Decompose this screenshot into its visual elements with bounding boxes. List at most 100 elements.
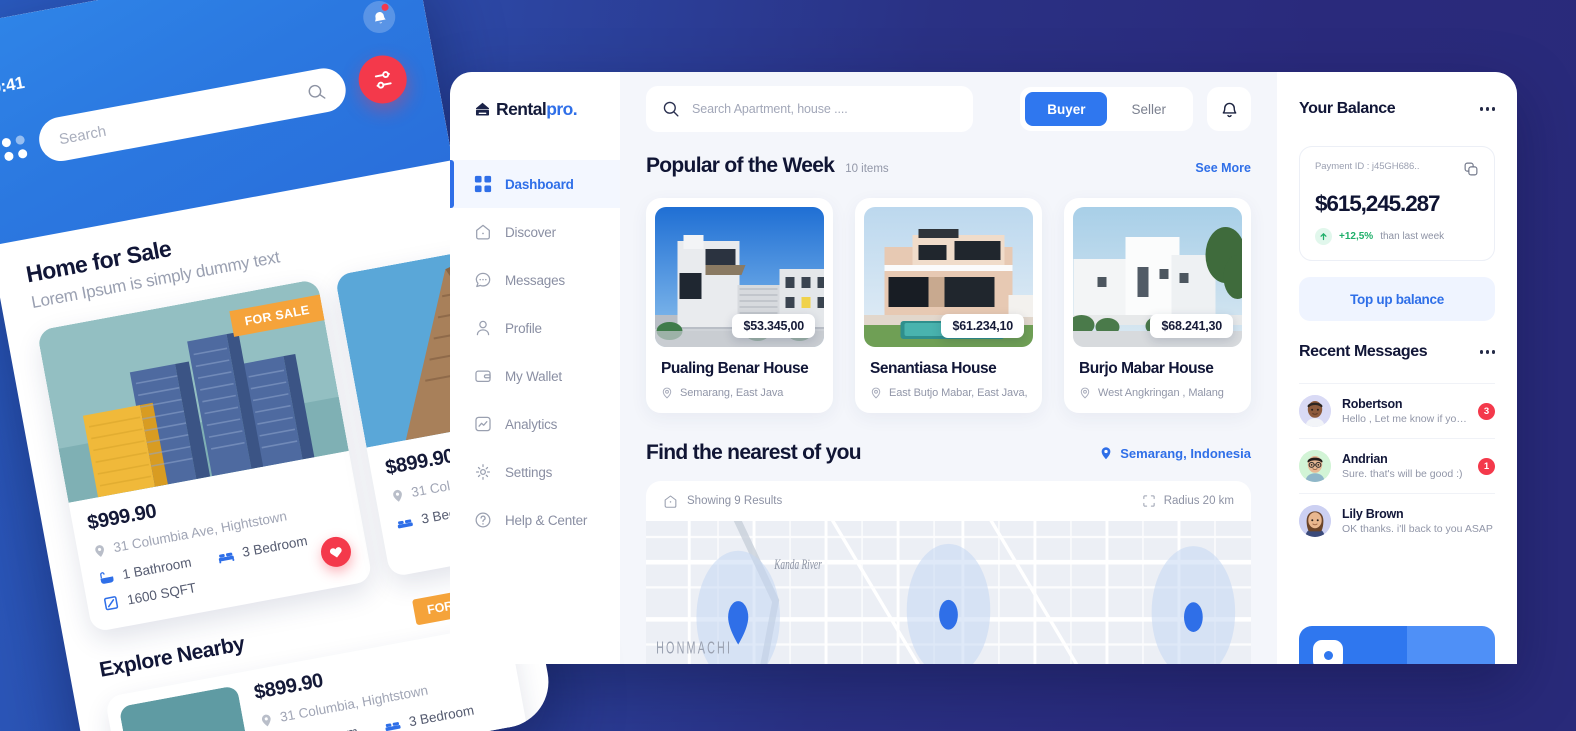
message-sender: Andrian (1342, 452, 1388, 466)
chat-icon (475, 272, 491, 288)
popular-section-header: Popular of the Week 10 items See More (646, 154, 1277, 178)
location-selector[interactable]: Semarang, Indonesia (1099, 446, 1251, 461)
messages-more-button[interactable] (1479, 350, 1495, 354)
sidebar-item-label: Profile (505, 320, 542, 336)
sidebar-item-profile[interactable]: Profile (450, 304, 620, 352)
property-card[interactable]: $61.234,10 Senantiasa House East Butjo M… (855, 198, 1042, 413)
filter-button[interactable] (354, 51, 411, 108)
payment-id: Payment ID : j45GH686.. (1315, 161, 1420, 172)
property-card[interactable]: $53.345,00 Pualing Benar House Semarang,… (646, 198, 833, 413)
property-price: $53.345,00 (732, 314, 815, 338)
sidebar-item-dashboard[interactable]: Dashboard (450, 160, 620, 208)
property-price: $61.234,10 (941, 314, 1024, 338)
copy-button[interactable] (1463, 161, 1479, 182)
area-icon (103, 596, 119, 611)
avatar (1299, 395, 1331, 427)
map-label-river: Kanda River (773, 556, 821, 573)
property-location: West Angkringan , Malang (1098, 387, 1224, 399)
sidebar-item-discover[interactable]: Discover (450, 208, 620, 256)
bed-icon (218, 552, 235, 564)
avatar-robertson (1299, 395, 1331, 427)
radius-icon (1143, 495, 1155, 507)
bell-icon (1222, 102, 1236, 117)
sidebar-item-settings[interactable]: Settings (450, 448, 620, 496)
abstract-illustration (118, 685, 259, 731)
brand-name: Rental (496, 98, 547, 119)
tab-seller[interactable]: Seller (1109, 92, 1188, 126)
property-thumbnail: $61.234,10 (864, 207, 1033, 347)
heart-icon (329, 547, 342, 558)
topbar: Search Apartment, house .... Buyer Selle… (646, 72, 1277, 146)
balance-delta-note: than last week (1380, 231, 1445, 242)
grid-icon (474, 175, 492, 193)
sidebar-item-label: Help & Center (505, 512, 588, 528)
phone-card-list: FOR SALE $999.90 31 Columbia Ave, Hights… (36, 223, 557, 633)
sidebar-item-messages[interactable]: Messages (450, 256, 620, 304)
message-preview: Hello , Let me know if you still ... (1342, 413, 1467, 425)
sidebar-item-label: Settings (505, 464, 553, 480)
avatar-lily-brown (1299, 505, 1331, 537)
property-name: Burjo Mabar House (1079, 360, 1214, 377)
sidebar-item-analytics[interactable]: Analytics (450, 400, 620, 448)
pin-filled-icon (1101, 447, 1111, 460)
map-graphic: Kanda River HONMACHI (646, 521, 1251, 664)
role-segment: Buyer Seller (1020, 87, 1193, 131)
spec-bedroom: 3 Bedroom (382, 701, 476, 731)
see-more-link[interactable]: See More (1195, 161, 1251, 175)
dashboard-window: Rentalpro. Dashboard Discover Messages P… (450, 72, 1517, 664)
brand-accent: pro (546, 98, 573, 119)
balance-card: Payment ID : j45GH686.. $615,245.287 +12… (1299, 146, 1495, 261)
notification-button[interactable] (1207, 87, 1251, 131)
arrow-up-icon (1320, 233, 1327, 241)
brand-text: Rentalpro. (496, 98, 578, 120)
map-radius[interactable]: Radius 20 km (1142, 494, 1234, 508)
list-item[interactable]: Robertson Hello , Let me know if you sti… (1299, 383, 1495, 438)
promo-card[interactable] (1299, 626, 1495, 664)
camera-icon (1313, 640, 1343, 664)
property-location-row: West Angkringan , Malang (1079, 387, 1242, 399)
menu-dots-icon[interactable] (1, 134, 28, 162)
map-radius-label: Radius 20 km (1163, 495, 1234, 507)
property-card[interactable]: $68.241,30 Burjo Mabar House West Angkri… (1064, 198, 1251, 413)
map-toolbar: Showing 9 Results Radius 20 km (646, 481, 1251, 521)
sidebar-item-label: Messages (505, 272, 565, 288)
tab-buyer[interactable]: Buyer (1025, 92, 1108, 126)
pin-icon (95, 544, 104, 557)
list-item[interactable]: Lily Brown OK thanks. i'll back to you A… (1299, 493, 1495, 548)
sidebar-nav: Dashboard Discover Messages Profile My W… (450, 146, 620, 544)
pin-icon (662, 387, 672, 399)
list-item[interactable]: Andrian Sure. that's will be good :) 1 (1299, 438, 1495, 493)
messages-header: Recent Messages (1299, 321, 1495, 383)
spec-bathroom-label: 1 Bathroom (288, 724, 359, 731)
analytics-icon (475, 416, 491, 432)
wallet-icon (475, 370, 491, 383)
balance-more-button[interactable] (1479, 107, 1495, 111)
map-card: Showing 9 Results Radius 20 km Kanda Riv… (646, 481, 1251, 664)
property-name: Pualing Benar House (661, 360, 809, 377)
sidebar-item-help-center[interactable]: Help & Center (450, 496, 620, 544)
top-up-balance-button[interactable]: Top up balance (1299, 277, 1495, 321)
popular-title: Popular of the Week (646, 154, 835, 177)
property-location-row: Semarang, East Java (661, 387, 824, 399)
copy-icon (1464, 162, 1478, 176)
phone-notification-button[interactable] (360, 0, 398, 36)
spec-bedroom-label: 3 Bedroom (407, 702, 476, 729)
avatar (1299, 450, 1331, 482)
phone-property-card[interactable]: FOR SALE $999.90 31 Columbia Ave, Hights… (36, 278, 373, 633)
property-location: Semarang, East Java (680, 387, 784, 399)
sidebar-item-my-wallet[interactable]: My Wallet (450, 352, 620, 400)
right-panel: Your Balance Payment ID : j45GH686.. $61… (1277, 72, 1517, 664)
sidebar-item-label: Dashboard (505, 176, 574, 192)
property-thumbnail: $53.345,00 (655, 207, 824, 347)
help-icon (475, 512, 491, 528)
search-input[interactable]: Search Apartment, house .... (646, 86, 973, 132)
payment-id-row: Payment ID : j45GH686.. (1315, 161, 1479, 182)
map-label-district: HONMACHI (656, 639, 732, 658)
property-location: East Butjo Mabar, East Java, (889, 387, 1028, 399)
brand-logo[interactable]: Rentalpro. (450, 72, 620, 146)
balance-amount: $615,245.287 (1315, 191, 1441, 216)
sidebar-item-label: My Wallet (505, 368, 562, 384)
property-name: Senantiasa House (870, 360, 997, 377)
message-preview: OK thanks. i'll back to you ASAP (1342, 523, 1493, 535)
map-view[interactable]: Kanda River HONMACHI (646, 521, 1251, 664)
